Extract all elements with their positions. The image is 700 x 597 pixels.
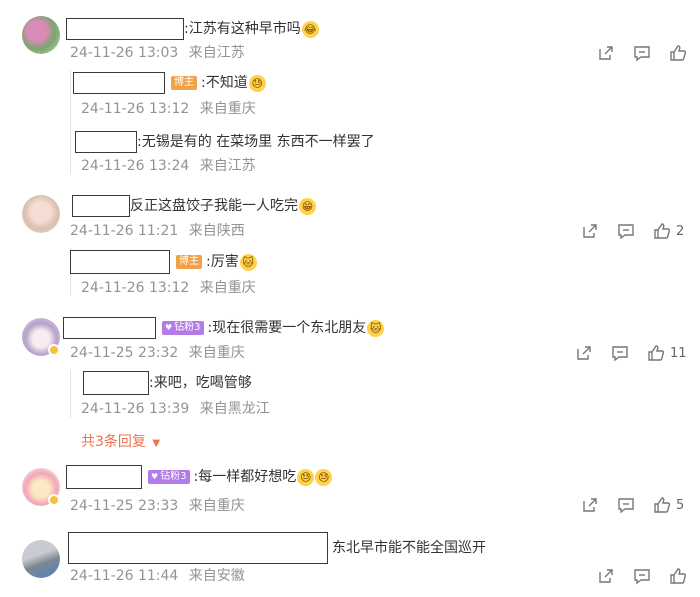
cat-emoji-icon: 🐱 [239,253,257,271]
comment-location: 来自安徽 [188,568,245,584]
username-redacted[interactable] [70,250,170,274]
avatar[interactable] [22,195,60,233]
comment-icon[interactable] [632,566,652,586]
comment-actions: 11 [574,343,687,363]
reply-location: 来自重庆 [199,280,256,296]
like-icon[interactable] [646,343,666,363]
username-redacted[interactable] [66,18,184,40]
fan-badge: ♥ 钻粉3 [162,321,204,335]
username-redacted[interactable] [63,317,156,339]
like-count: 5 [676,497,685,513]
comment-date: 24-11-25 23:32 [70,345,179,361]
comment-date: 24-11-26 11:44 [70,568,179,584]
blogger-badge: 博主 [176,255,202,269]
reply-text: :无锡是有的 在菜场里 东西不一样罢了 [137,134,375,150]
reply-text: :来吧，吃喝管够 [149,375,252,391]
username-redacted[interactable] [68,532,328,564]
sweat-emoji-icon: 😓 [315,468,333,486]
verified-badge-icon [48,494,60,506]
username-redacted[interactable] [83,371,149,395]
laughing-emoji-icon: 😂 [301,20,319,38]
blogger-badge: 博主 [171,76,197,90]
reply-item: :无锡是有的 在菜场里 东西不一样罢了 [75,131,375,153]
like-icon[interactable] [668,43,688,63]
reply-date: 24-11-26 13:12 [81,101,190,117]
like-icon[interactable] [652,221,672,241]
reply-text: :不知道 [201,75,248,91]
like-count: 11 [670,345,687,361]
heart-icon: ♥ [165,323,173,332]
reply-date: 24-11-26 13:24 [81,158,190,174]
comment-actions: 5 [580,495,686,515]
reply-item: 博主 :不知道 😓 [73,72,266,94]
reply-location: 来自重庆 [199,101,256,117]
like-count: 2 [676,223,685,239]
reply-date: 24-11-26 13:39 [81,401,190,417]
reply-text: :厉害 [206,254,239,270]
share-icon[interactable] [596,43,616,63]
grinning-emoji-icon: 😁 [299,197,316,215]
caret-down-icon: ▼ [152,438,161,449]
comment-location: 来自江苏 [188,45,245,61]
comment-location: 来自重庆 [188,498,245,514]
comment-date: 24-11-26 13:03 [70,45,179,61]
reply-item: :来吧，吃喝管够 [83,371,252,395]
comment-location: 来自陕西 [188,223,245,239]
comment-text: :每一样都好想吃 [193,469,297,485]
reply-item: 博主 :厉害 🐱 [70,250,257,274]
username-redacted[interactable] [75,131,137,153]
like-icon[interactable] [652,495,672,515]
sweat-emoji-icon: 😓 [248,74,266,92]
comment-location: 来自重庆 [188,345,245,361]
username-redacted[interactable] [73,72,165,94]
fan-badge: ♥ 钻粉3 [148,470,190,484]
comment-icon[interactable] [610,343,630,363]
username-redacted[interactable] [72,195,130,217]
share-icon[interactable] [580,221,600,241]
username-redacted[interactable] [66,465,142,489]
comment-actions [596,43,700,63]
comment-date: 24-11-25 23:33 [70,498,179,514]
like-icon[interactable] [668,566,688,586]
comment-list: :江苏有这种早市吗 😂 24-11-26 13:03 来自江苏 博主 :不知道 … [0,0,700,597]
comment-text: 反正这盘饺子我能一人吃完 [130,198,298,214]
comment-icon[interactable] [632,43,652,63]
comment-icon[interactable] [616,221,636,241]
comment-text: 东北早市能不能全国巡开 [332,540,486,556]
sweat-emoji-icon: 😓 [297,468,315,486]
avatar[interactable] [22,540,60,578]
share-icon[interactable] [574,343,594,363]
comment-text: :现在很需要一个东北朋友 [207,320,367,336]
reply-divider [70,370,71,418]
comment-actions [596,566,700,586]
share-icon[interactable] [580,495,600,515]
avatar[interactable] [22,16,60,54]
heart-icon: ♥ [151,472,159,481]
reply-location: 来自黑龙江 [199,401,270,417]
reply-location: 来自江苏 [199,158,256,174]
comment-text: :江苏有这种早市吗 [184,21,301,37]
view-more-replies-link[interactable]: 共3条回复 ▼ [81,431,160,451]
share-icon[interactable] [596,566,616,586]
verified-badge-icon [48,344,60,356]
comment-actions: 2 [580,221,686,241]
reply-date: 24-11-26 13:12 [81,280,190,296]
reply-divider [70,70,71,174]
cat-emoji-icon: 🐱 [367,319,385,337]
comment-date: 24-11-26 11:21 [70,223,179,239]
comment-icon[interactable] [616,495,636,515]
